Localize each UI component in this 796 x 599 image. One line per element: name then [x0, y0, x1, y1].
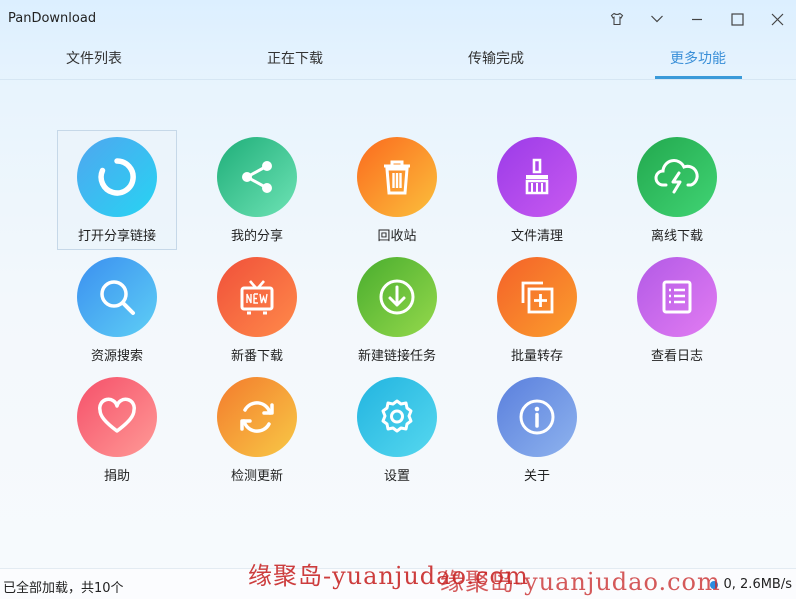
feature-view-log[interactable]: 查看日志: [617, 250, 737, 370]
feature-check-update[interactable]: 检测更新: [197, 370, 317, 490]
feature-file-cleanup[interactable]: 文件清理: [477, 130, 597, 250]
tab-downloading[interactable]: 正在下载: [245, 40, 345, 78]
status-text: 已全部加载，共10个: [3, 581, 124, 596]
app-title: PanDownload: [8, 11, 97, 26]
feature-label: 检测更新: [230, 469, 283, 484]
share-icon: [217, 137, 297, 217]
feature-label: 回收站: [377, 229, 417, 244]
close-button[interactable]: [765, 7, 789, 31]
feature-new-anime-download[interactable]: 新番下载: [197, 250, 317, 370]
speed-value: 0, 2.6MB/s: [723, 577, 793, 592]
feature-label: 关于: [523, 469, 550, 484]
feature-label: 打开分享链接: [77, 229, 156, 244]
download-speed: 0, 2.6MB/s: [709, 577, 793, 592]
feature-label: 新番下载: [230, 349, 283, 364]
feature-my-share[interactable]: 我的分享: [197, 130, 317, 250]
feature-settings[interactable]: 设置: [337, 370, 457, 490]
main-tabs: 文件列表 正在下载 传输完成 更多功能: [0, 40, 796, 80]
feature-label: 我的分享: [230, 229, 283, 244]
info-icon: [497, 377, 577, 457]
feature-about[interactable]: 关于: [477, 370, 597, 490]
minimize-button[interactable]: [685, 7, 709, 31]
feature-open-share-link[interactable]: 打开分享链接: [57, 130, 177, 250]
skin-icon[interactable]: [605, 7, 629, 31]
trash-icon: [357, 137, 437, 217]
tab-divider: [0, 79, 796, 80]
feature-label: 批量转存: [510, 349, 563, 364]
feature-label: 文件清理: [510, 229, 563, 244]
feature-offline-download[interactable]: 离线下载: [617, 130, 737, 250]
feature-label: 资源搜索: [90, 349, 143, 364]
feature-label: 捐助: [103, 469, 130, 484]
log-icon: [637, 257, 717, 337]
feature-label: 新建链接任务: [357, 349, 436, 364]
tab-more-features[interactable]: 更多功能: [648, 40, 748, 78]
batch-save-icon: [497, 257, 577, 337]
chevron-down-icon[interactable]: [645, 7, 669, 31]
feature-label: 查看日志: [650, 349, 703, 364]
new-tv-icon: [217, 257, 297, 337]
feature-donate[interactable]: 捐助: [57, 370, 177, 490]
title-bar: PanDownload: [0, 0, 796, 38]
search-icon: [77, 257, 157, 337]
feature-batch-save[interactable]: 批量转存: [477, 250, 597, 370]
feature-resource-search[interactable]: 资源搜索: [57, 250, 177, 370]
feature-recycle-bin[interactable]: 回收站: [337, 130, 457, 250]
open-share-link-icon: [77, 137, 157, 217]
download-circle-icon: [357, 257, 437, 337]
tab-file-list[interactable]: 文件列表: [44, 40, 144, 78]
cloud-download-icon: [637, 137, 717, 217]
feature-new-link-task[interactable]: 新建链接任务: [337, 250, 457, 370]
gear-icon: [357, 377, 437, 457]
brush-icon: [497, 137, 577, 217]
heart-icon: [77, 377, 157, 457]
refresh-icon: [217, 377, 297, 457]
watermark: 缘聚岛-yuanjudao.com: [440, 568, 721, 596]
maximize-button[interactable]: [725, 7, 749, 31]
tab-completed[interactable]: 传输完成: [446, 40, 546, 78]
feature-label: 离线下载: [650, 229, 703, 244]
feature-label: 设置: [383, 469, 410, 484]
